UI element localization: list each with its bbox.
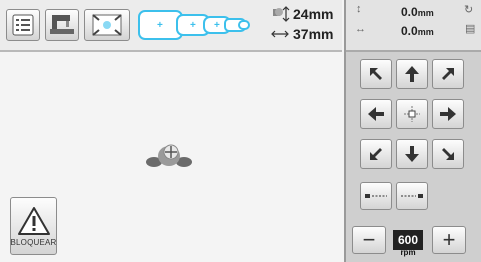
arrow-left-icon bbox=[368, 107, 384, 121]
arrow-up-icon bbox=[405, 66, 419, 82]
vertical-arrow-icon: ↕ bbox=[356, 3, 362, 15]
move-down-right-button[interactable] bbox=[432, 139, 464, 169]
speed-increase-button[interactable]: + bbox=[432, 226, 466, 254]
arrow-down-right-icon bbox=[442, 148, 454, 160]
top-toolbar: + + + 24mm 37mm bbox=[0, 0, 342, 52]
machine-button[interactable] bbox=[45, 9, 79, 41]
move-up-right-button[interactable] bbox=[432, 59, 464, 89]
sewing-machine-icon bbox=[50, 15, 74, 34]
trial-start-button[interactable] bbox=[360, 182, 392, 210]
plus-icon: + bbox=[442, 227, 456, 252]
move-up-left-button[interactable] bbox=[360, 59, 392, 89]
speed-decrease-button[interactable]: − bbox=[352, 226, 386, 254]
arrow-right-icon bbox=[440, 107, 456, 121]
speed-value: 600 bbox=[393, 230, 423, 250]
pattern-canvas: BLOQUEAR bbox=[0, 54, 342, 262]
stitch-start-icon bbox=[365, 194, 387, 198]
control-panel: ↕ 0.0mm ↻ ↔ 0.0mm ▤ − 600 rpm + bbox=[344, 0, 481, 262]
size-icon bbox=[271, 6, 290, 38]
warning-icon bbox=[17, 206, 50, 235]
layout-button[interactable] bbox=[84, 9, 130, 41]
arrow-up-right-icon bbox=[442, 68, 454, 80]
height-value: 24mm bbox=[293, 6, 334, 22]
lock-button-label: BLOQUEAR bbox=[10, 237, 57, 247]
rotate-icon: ↻ bbox=[464, 4, 474, 16]
arrow-up-left-icon bbox=[370, 68, 382, 80]
minus-icon: − bbox=[362, 227, 376, 252]
pattern-preview bbox=[146, 144, 192, 167]
trial-end-button[interactable] bbox=[396, 182, 428, 210]
move-down-left-button[interactable] bbox=[360, 139, 392, 169]
list-icon bbox=[12, 14, 34, 36]
move-down-button[interactable] bbox=[396, 139, 428, 169]
lock-button[interactable]: BLOQUEAR bbox=[10, 197, 57, 255]
move-left-button[interactable] bbox=[360, 99, 392, 129]
width-value: 37mm bbox=[293, 26, 334, 42]
x-position: 0.0mm bbox=[401, 24, 434, 38]
layout-icon bbox=[92, 14, 122, 36]
pattern-size: 24mm 37mm bbox=[271, 6, 341, 46]
hoop-center-icon: + bbox=[157, 20, 163, 31]
hoop-display: + + + bbox=[138, 9, 270, 41]
move-up-button[interactable] bbox=[396, 59, 428, 89]
pattern-info-button[interactable] bbox=[6, 9, 40, 41]
embroidery-screen: + + + 24mm 37mm BLOQUEAR ↕ 0.0mm ↻ ↔ 0.0… bbox=[0, 0, 481, 262]
arrow-down-left-icon bbox=[370, 148, 382, 160]
hoop-center-icon: + bbox=[190, 20, 196, 31]
spool-icon: ▤ bbox=[465, 23, 476, 35]
center-icon bbox=[404, 106, 420, 122]
horizontal-arrow-icon: ↔ bbox=[355, 23, 366, 35]
center-button[interactable] bbox=[396, 99, 428, 129]
hoop-center-icon: + bbox=[214, 20, 220, 31]
y-position: 0.0mm bbox=[401, 5, 434, 19]
move-right-button[interactable] bbox=[432, 99, 464, 129]
hoop-tiny bbox=[238, 20, 250, 30]
position-readout: ↕ 0.0mm ↻ ↔ 0.0mm ▤ bbox=[346, 0, 481, 52]
speed-unit: rpm bbox=[400, 248, 416, 257]
arrow-down-icon bbox=[405, 146, 419, 162]
stitch-end-icon bbox=[401, 194, 423, 198]
